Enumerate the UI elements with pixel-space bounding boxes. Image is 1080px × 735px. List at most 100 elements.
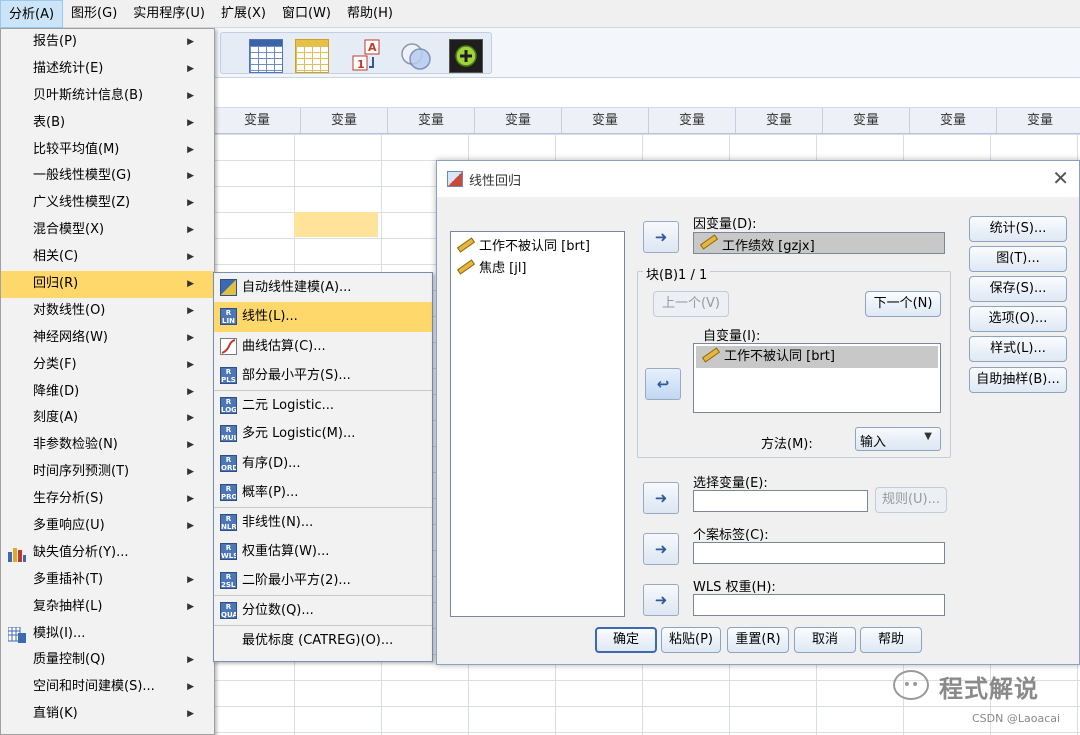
independent-list[interactable]: 工作不被认同 [brt] — [693, 343, 941, 413]
menu-item-complex-samples[interactable]: 复杂抽样(L) ▶ — [1, 594, 214, 621]
column-header[interactable]: 变量 — [997, 108, 1080, 133]
menu-item-optimal-scaling[interactable]: 最优标度 (CATREG)(O)... — [214, 624, 432, 654]
submenu-arrow-icon: ▶ — [187, 467, 194, 478]
menu-item-multinomial-logistic[interactable]: RMULT 多元 Logistic(M)... — [214, 419, 432, 448]
menu-item-survival[interactable]: 生存分析(S) ▶ — [1, 486, 214, 513]
selected-cell[interactable] — [294, 212, 378, 237]
column-header[interactable]: 变量 — [736, 108, 823, 133]
source-variable-list[interactable]: 工作不被认同 [brt] 焦虑 [jl] — [450, 231, 625, 617]
list-item[interactable]: 焦虑 [jl] — [451, 258, 624, 280]
menu-item-linear[interactable]: R LIN 线性(L)... — [214, 302, 432, 332]
missing-values-icon — [8, 546, 26, 562]
cases-grid-icon[interactable] — [295, 39, 329, 73]
menu-item-tables[interactable]: 表(B) ▶ — [1, 110, 214, 137]
column-header[interactable]: 变量 — [562, 108, 649, 133]
variables-grid-icon[interactable] — [249, 39, 283, 73]
menu-item-forecasting[interactable]: 时间序列预测(T) ▶ — [1, 459, 214, 486]
bootstrap-button[interactable]: 自助抽样(B)... — [969, 367, 1067, 393]
rule-button[interactable]: 规则(U)... — [875, 487, 947, 513]
previous-block-button[interactable]: 上一个(V) — [653, 291, 729, 317]
menu-item-dimension-reduction[interactable]: 降维(D) ▶ — [1, 379, 214, 406]
paste-button[interactable]: 粘贴(P) — [661, 627, 721, 653]
two-stage-least-squares-icon: R2SLS — [220, 571, 237, 589]
menu-item-generalized-linear-models[interactable]: 广义线性模型(Z) ▶ — [1, 190, 214, 217]
add-icon[interactable] — [449, 39, 483, 73]
menu-item-regression[interactable]: 回归(R) ▶ — [1, 271, 214, 298]
menu-window[interactable]: 窗口(W) — [274, 0, 339, 28]
options-button[interactable]: 选项(O)... — [969, 306, 1067, 332]
menu-item-loglinear[interactable]: 对数线性(O) ▶ — [1, 298, 214, 325]
menu-graphs[interactable]: 图形(G) — [63, 0, 125, 28]
arrow-left-icon: ↩ — [656, 375, 670, 393]
menu-item-classify[interactable]: 分类(F) ▶ — [1, 352, 214, 379]
menu-item-automatic-linear-modeling[interactable]: 自动线性建模(A)... — [214, 273, 432, 302]
menu-item-correlate[interactable]: 相关(C) ▶ — [1, 244, 214, 271]
menu-item-label: 回归(R) — [33, 276, 79, 292]
style-button[interactable]: 样式(L)... — [969, 336, 1067, 362]
menu-item-spatial-temporal[interactable]: 空间和时间建模(S)... ▶ — [1, 674, 214, 701]
menu-item-bayesian[interactable]: 贝叶斯统计信息(B) ▶ — [1, 83, 214, 110]
dependent-field[interactable]: 工作绩效 [gzjx] — [693, 232, 945, 254]
menu-item-binary-logistic[interactable]: R LOG 二元 Logistic... — [214, 390, 432, 419]
list-item[interactable]: 工作不被认同 [brt] — [451, 236, 624, 258]
next-block-button[interactable]: 下一个(N) — [865, 291, 941, 317]
menu-item-two-stage-least-squares[interactable]: R2SLS 二阶最小平方(2)... — [214, 566, 432, 595]
use-sets-icon[interactable] — [399, 39, 433, 73]
selection-variable-label: 选择变量(E): — [693, 476, 768, 491]
menu-item-ordinal[interactable]: R ORD 有序(D)... — [214, 449, 432, 478]
move-independent-button[interactable]: ↩ — [645, 368, 681, 400]
menu-item-reports[interactable]: 报告(P) ▶ — [1, 29, 214, 56]
menu-item-weight-estimation[interactable]: R WLS 权重估算(W)... — [214, 537, 432, 566]
menu-item-partial-least-squares[interactable]: R PLS 部分最小平方(S)... — [214, 361, 432, 390]
menu-item-compare-means[interactable]: 比较平均值(M) ▶ — [1, 137, 214, 164]
menu-item-descriptive-statistics[interactable]: 描述统计(E) ▶ — [1, 56, 214, 83]
menu-item-general-linear-model[interactable]: 一般线性模型(G) ▶ — [1, 163, 214, 190]
statistics-button[interactable]: 统计(S)... — [969, 216, 1067, 242]
move-wls-weight-button[interactable]: ➜ — [643, 584, 679, 616]
column-header[interactable]: 变量 — [475, 108, 562, 133]
menu-item-probit[interactable]: RPROB 概率(P)... — [214, 478, 432, 507]
move-selection-button[interactable]: ➜ — [643, 482, 679, 514]
method-select[interactable]: 输入 ▼ — [855, 427, 941, 451]
menu-item-neural-networks[interactable]: 神经网络(W) ▶ — [1, 325, 214, 352]
case-labels-field[interactable] — [693, 542, 945, 564]
column-header[interactable]: 变量 — [823, 108, 910, 133]
menu-item-quantile[interactable]: RQUAN 分位数(Q)... — [214, 595, 432, 624]
menu-item-nonlinear[interactable]: R NLR 非线性(N)... — [214, 507, 432, 536]
ok-button[interactable]: 确定 — [595, 627, 657, 653]
help-button[interactable]: 帮助 — [860, 627, 922, 653]
menu-item-multiple-response[interactable]: 多重响应(U) ▶ — [1, 513, 214, 540]
menu-item-scale[interactable]: 刻度(A) ▶ — [1, 405, 214, 432]
menu-extensions[interactable]: 扩展(X) — [213, 0, 274, 28]
menu-help[interactable]: 帮助(H) — [339, 0, 401, 28]
menu-item-quality-control[interactable]: 质量控制(Q) ▶ — [1, 647, 214, 674]
menu-utilities[interactable]: 实用程序(U) — [125, 0, 213, 28]
column-header[interactable]: 变量 — [301, 108, 388, 133]
menu-item-mixed-models[interactable]: 混合模型(X) ▶ — [1, 217, 214, 244]
column-header[interactable]: 变量 — [388, 108, 475, 133]
plots-button[interactable]: 图(T)... — [969, 246, 1067, 272]
cell-editor-bar[interactable] — [214, 78, 1080, 108]
value-labels-icon[interactable]: A 1 — [351, 39, 385, 73]
column-header[interactable]: 变量 — [214, 108, 301, 133]
column-header[interactable]: 变量 — [910, 108, 997, 133]
menu-analyze[interactable]: 分析(A) — [0, 0, 64, 28]
menu-item-missing-value-analysis[interactable]: 缺失值分析(Y)... — [1, 540, 214, 567]
list-item[interactable]: 工作不被认同 [brt] — [696, 346, 938, 368]
variable-label: 工作不被认同 [brt] — [479, 239, 590, 254]
close-icon[interactable]: ✕ — [1052, 167, 1069, 189]
save-button[interactable]: 保存(S)... — [969, 276, 1067, 302]
wls-weight-field[interactable] — [693, 594, 945, 616]
column-header[interactable]: 变量 — [649, 108, 736, 133]
menu-item-direct-marketing[interactable]: 直销(K) ▶ — [1, 701, 214, 728]
move-dependent-button[interactable]: ➜ — [643, 221, 679, 253]
reset-button[interactable]: 重置(R) — [727, 627, 789, 653]
arrow-right-icon: ➜ — [654, 540, 668, 558]
menu-item-multiple-imputation[interactable]: 多重插补(T) ▶ — [1, 567, 214, 594]
move-case-labels-button[interactable]: ➜ — [643, 533, 679, 565]
menu-item-simulation[interactable]: 模拟(I)... — [1, 621, 214, 648]
cancel-button[interactable]: 取消 — [794, 627, 856, 653]
menu-item-nonparametric-tests[interactable]: 非参数检验(N) ▶ — [1, 432, 214, 459]
selection-variable-field[interactable] — [693, 490, 868, 512]
menu-item-curve-estimation[interactable]: 曲线估算(C)... — [214, 332, 432, 361]
